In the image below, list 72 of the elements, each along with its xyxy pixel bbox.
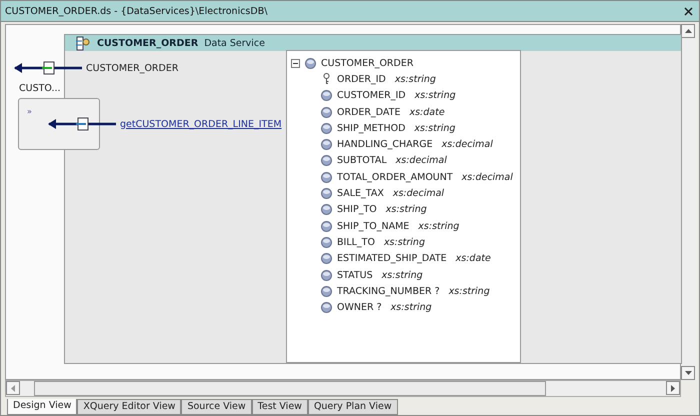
element-icon bbox=[321, 90, 332, 102]
element-icon bbox=[321, 188, 332, 200]
scroll-thumb[interactable] bbox=[34, 381, 546, 396]
field-name[interactable]: HANDLING_CHARGE bbox=[337, 139, 433, 150]
minus-icon bbox=[293, 60, 298, 66]
element-icon bbox=[321, 236, 332, 248]
field-name[interactable]: BILL_TO bbox=[337, 236, 375, 248]
view-tab[interactable]: XQuery Editor View bbox=[77, 399, 182, 415]
vertical-scrollbar[interactable] bbox=[681, 24, 697, 380]
field-type: xs:decimal bbox=[392, 188, 444, 200]
element-icon bbox=[321, 220, 332, 232]
scroll-right-icon[interactable] bbox=[666, 381, 680, 395]
field-type: xs:string bbox=[414, 122, 456, 134]
view-tab[interactable]: Source View bbox=[181, 399, 252, 415]
element-icon bbox=[321, 286, 332, 297]
field-type: xs:string bbox=[384, 236, 425, 248]
field-type: xs:string bbox=[448, 286, 490, 297]
element-icon bbox=[305, 58, 316, 69]
window-title: CUSTOMER_ORDER.ds - {DataServices}\ElectronicsDB\ bbox=[5, 6, 268, 16]
field-name[interactable]: CUSTOMER_ID bbox=[337, 90, 406, 102]
function-title: CUSTO... bbox=[19, 83, 61, 94]
field-type: xs:decimal bbox=[462, 172, 513, 183]
element-icon bbox=[321, 106, 332, 118]
field-type: xs:string bbox=[394, 74, 436, 85]
field-name[interactable]: SALE_TAX bbox=[337, 188, 384, 200]
horizontal-scrollbar[interactable] bbox=[5, 380, 681, 397]
field-type: xs:decimal bbox=[396, 155, 447, 166]
field-name[interactable]: OWNER ? bbox=[337, 302, 382, 314]
view-tab[interactable]: Design View bbox=[7, 399, 78, 415]
field-type: xs:string bbox=[418, 220, 460, 232]
arrow-icon bbox=[14, 61, 82, 75]
field-name[interactable]: ESTIMATED_SHIP_DATE bbox=[337, 253, 447, 264]
field-type: xs:string bbox=[382, 270, 423, 280]
tree-root-label[interactable]: CUSTOMER_ORDER bbox=[321, 58, 414, 69]
service-label: Data Service bbox=[204, 38, 266, 48]
scroll-down-icon[interactable] bbox=[681, 366, 695, 380]
field-type: xs:string bbox=[414, 90, 456, 102]
scroll-up-icon[interactable] bbox=[681, 24, 695, 38]
service-name: CUSTOMER_ORDER bbox=[97, 38, 198, 48]
key-icon bbox=[321, 73, 332, 86]
field-name[interactable]: SHIP_TO_NAME bbox=[337, 220, 410, 232]
field-name[interactable]: TOTAL_ORDER_AMOUNT bbox=[337, 172, 453, 183]
element-icon bbox=[321, 270, 332, 280]
expand-mark[interactable]: » bbox=[27, 107, 32, 116]
field-type: xs:string bbox=[386, 204, 427, 216]
field-name[interactable]: ORDER_ID bbox=[337, 74, 386, 85]
field-name[interactable]: SUBTOTAL bbox=[337, 155, 387, 166]
element-icon bbox=[321, 155, 332, 166]
field-type: xs:string bbox=[390, 302, 432, 314]
view-tab[interactable]: Query Plan View bbox=[308, 399, 398, 415]
field-name[interactable]: TRACKING_NUMBER ? bbox=[337, 286, 440, 297]
element-icon bbox=[321, 139, 332, 150]
element-icon bbox=[321, 204, 332, 216]
element-icon bbox=[321, 253, 332, 264]
field-name[interactable]: SHIP_TO bbox=[337, 204, 377, 216]
field-name[interactable]: SHIP_METHOD bbox=[337, 122, 406, 134]
close-icon[interactable] bbox=[684, 6, 693, 16]
element-icon bbox=[321, 172, 332, 183]
scroll-left-icon[interactable] bbox=[6, 381, 20, 395]
field-name[interactable]: STATUS bbox=[337, 270, 373, 280]
view-tab[interactable]: Test View bbox=[252, 399, 308, 415]
field-type: xs:date bbox=[456, 253, 491, 264]
data-service-icon bbox=[75, 36, 91, 50]
field-name[interactable]: ORDER_DATE bbox=[337, 106, 400, 118]
arrow-icon bbox=[48, 117, 116, 131]
field-type: xs:date bbox=[409, 106, 445, 118]
collapse-toggle[interactable] bbox=[291, 58, 300, 68]
function-link[interactable]: getCUSTOMER_ORDER_LINE_ITEM bbox=[120, 118, 282, 130]
element-icon bbox=[321, 302, 332, 314]
field-type: xs:decimal bbox=[442, 139, 493, 150]
return-type-label: CUSTOMER_ORDER bbox=[86, 62, 178, 74]
element-icon bbox=[321, 122, 332, 134]
